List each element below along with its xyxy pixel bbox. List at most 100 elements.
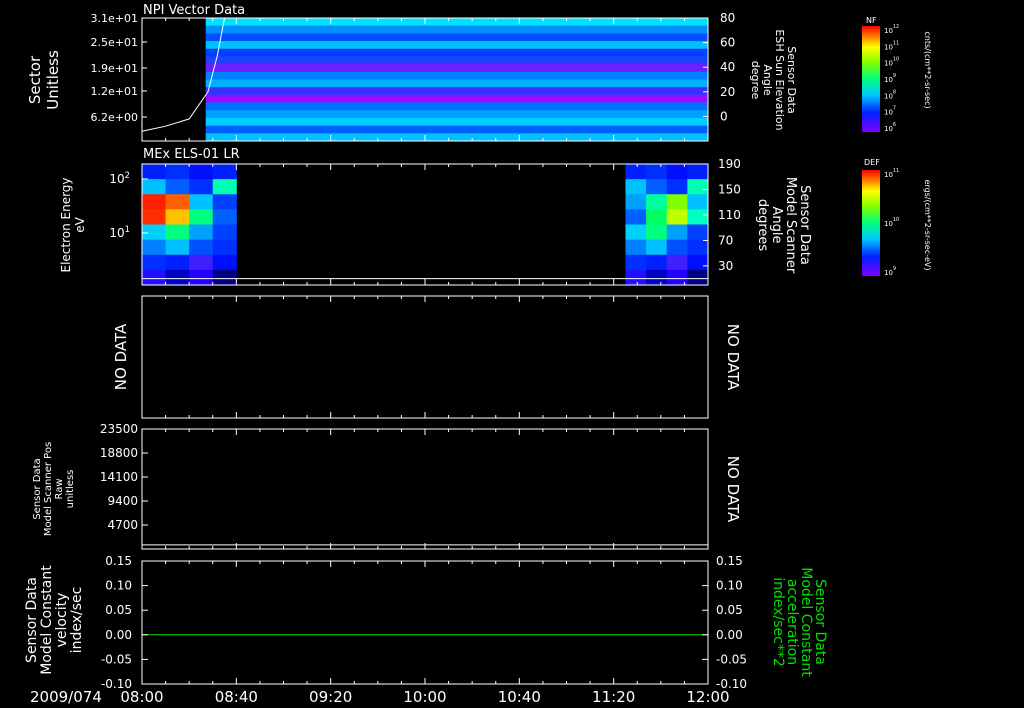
heatmap-band [205, 125, 709, 134]
panel-constant-y2label-4: index/sec**2 [770, 577, 786, 667]
ytick-label: 0.10 [105, 579, 132, 593]
heatmap-cell [189, 254, 214, 271]
heatmap-band [205, 117, 709, 127]
heatmap-cell [666, 224, 688, 241]
heatmap-cell [189, 209, 214, 225]
heatmap-cell [687, 239, 709, 256]
y2tick-label: 80 [720, 11, 735, 25]
heatmap-cell [142, 239, 167, 256]
heatmap-cell [646, 209, 668, 225]
heatmap-cell [165, 164, 190, 180]
heatmap-cell [165, 254, 190, 271]
y2tick-label: 0.00 [716, 628, 743, 642]
colorbar-nf-units: cnts/(cm**2-sr-sec) [923, 31, 932, 108]
heatmap-cell [687, 179, 709, 195]
spectrogram-figure: NPI Vector Data 3.1e+01 2.5e+01 1.9e+01 1.2… [0, 0, 1024, 708]
ytick-label: 3.1e+01 [91, 12, 138, 25]
heatmap-cell [142, 164, 167, 180]
panel-scanner-pos-ylabel-3: Raw [54, 478, 65, 499]
heatmap-cell [687, 224, 709, 241]
time-tick-label: 10:00 [403, 688, 446, 706]
heatmap-cell [142, 194, 167, 210]
heatmap-cell [625, 179, 647, 195]
panel-els-ylabel-2: eV [73, 216, 87, 232]
panel-scanner-pos-ylabel-4: unitless [65, 470, 76, 509]
heatmap-cell [646, 164, 668, 180]
heatmap-band [205, 48, 709, 57]
colorbar-def-label: DEF [864, 158, 880, 167]
time-tick-label: 12:00 [686, 688, 729, 706]
heatmap-cell [687, 194, 709, 210]
ytick-label: 14100 [100, 470, 138, 484]
heatmap-cell [165, 239, 190, 256]
y2tick-label: 0.10 [716, 579, 743, 593]
heatmap-cell [666, 254, 688, 271]
y2tick-label: 0 [720, 109, 728, 123]
heatmap-cell [212, 164, 237, 180]
heatmap-band [205, 56, 709, 65]
heatmap-band [205, 94, 709, 104]
heatmap-band [205, 25, 709, 34]
ytick-label: 4700 [107, 518, 138, 532]
panel-empty-ylabel: NO DATA [112, 323, 130, 390]
heatmap-cell [625, 224, 647, 241]
heatmap-cell [142, 209, 167, 225]
panel-els-y2label-1: Sensor Data [797, 185, 812, 265]
y2tick-label: 30 [718, 259, 733, 273]
heatmap-cell [666, 239, 688, 256]
panel-scanner-pos-ylabel-2: Model Scanner Pos [43, 442, 54, 536]
ytick-label: 6.2e+00 [91, 111, 138, 124]
y2tick-label: 190 [718, 157, 741, 171]
ytick-label: 23500 [100, 422, 138, 436]
heatmap-cell [142, 269, 167, 286]
heatmap-cell [212, 224, 237, 241]
heatmap-cell [212, 269, 237, 286]
colorbar-nf-label: NF [866, 16, 877, 25]
y2tick-label: 40 [720, 60, 735, 74]
heatmap-cell [165, 179, 190, 195]
panel-npi-y2label-4: degree [749, 61, 762, 100]
heatmap-cell [625, 194, 647, 210]
panel-els-y2label-3: Angle [769, 207, 784, 244]
heatmap-cell [687, 164, 709, 180]
ytick-label: 2.5e+01 [91, 36, 138, 49]
heatmap-cell [165, 194, 190, 210]
heatmap-cell [666, 179, 688, 195]
heatmap-cell [646, 254, 668, 271]
ytick-label: 0.05 [105, 603, 132, 617]
time-axis-date: 2009/074 [30, 688, 102, 706]
y2tick-label: 70 [718, 233, 733, 247]
heatmap-cell [189, 179, 214, 195]
heatmap-cell [625, 239, 647, 256]
heatmap-cell [189, 224, 214, 241]
heatmap-cell [142, 179, 167, 195]
heatmap-cell [625, 254, 647, 271]
y2tick-label: 110 [718, 208, 741, 222]
heatmap-band [205, 110, 709, 119]
heatmap-cell [189, 239, 214, 256]
colorbar-def-bar [862, 170, 880, 276]
heatmap-cell [666, 209, 688, 225]
heatmap-cell [212, 194, 237, 210]
panel-els-ylabel-1: Electron Energy [59, 177, 73, 272]
y2tick-label: 0.05 [716, 603, 743, 617]
heatmap-cell [165, 269, 190, 286]
heatmap-cell [646, 269, 668, 286]
panel-constant-ylabel-1: Sensor Data [24, 577, 40, 663]
y2tick-label: 150 [718, 182, 741, 196]
heatmap-cell [212, 239, 237, 256]
y2tick-label: 20 [720, 85, 735, 99]
heatmap-band [205, 102, 709, 111]
heatmap-cell [189, 269, 214, 286]
colorbar-def-units: ergs/(cm**2-sr-sec-eV) [923, 179, 932, 270]
heatmap-band [205, 64, 709, 73]
heatmap-band [205, 87, 709, 96]
panel-scanner-pos-y2label: NO DATA [724, 456, 742, 523]
colorbar-nf-bar [862, 26, 880, 132]
y2tick-label: 0.15 [716, 554, 743, 568]
heatmap-cell [212, 209, 237, 225]
heatmap-band [205, 41, 709, 50]
ytick-label: 1.2e+01 [91, 85, 138, 98]
panel-els-title: MEx ELS-01 LR [143, 147, 240, 162]
heatmap-cell [625, 269, 647, 286]
